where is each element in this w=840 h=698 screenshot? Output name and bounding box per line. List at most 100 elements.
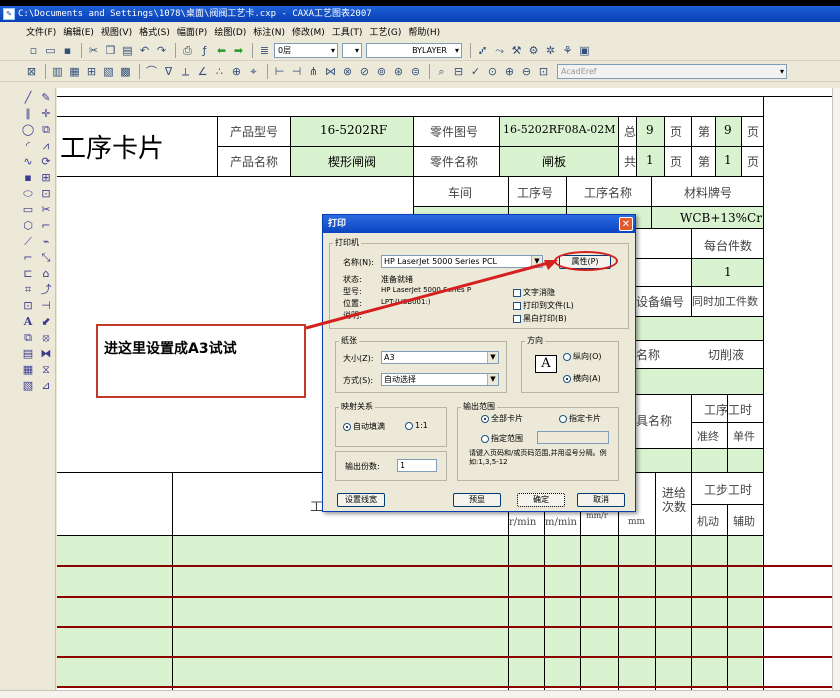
tool-icon-e[interactable]: ▣: [577, 43, 592, 58]
dim-icon-b[interactable]: ⊣: [289, 64, 304, 79]
dim-icon-d[interactable]: ⋈: [323, 64, 338, 79]
tool-icon-3[interactable]: ▤: [20, 346, 36, 362]
stretch-icon[interactable]: ⤡: [38, 250, 54, 266]
menu-dimension[interactable]: 标注(N): [253, 25, 285, 38]
dim-icon-c[interactable]: ⋔: [306, 64, 321, 79]
print-icon[interactable]: ⎙: [180, 43, 195, 58]
copies-input[interactable]: 1: [397, 459, 437, 472]
auto-fill-option[interactable]: 自动填满: [343, 421, 385, 432]
zoom-window-icon[interactable]: ⊡: [536, 64, 551, 79]
tool-icon-6[interactable]: ⧖: [38, 362, 54, 378]
circle-icon[interactable]: ◯: [20, 122, 36, 138]
line-icon[interactable]: ╱: [20, 90, 36, 106]
selected-cards-radio[interactable]: [559, 414, 567, 423]
polyline-icon[interactable]: ⟋: [20, 234, 36, 250]
menu-file[interactable]: 文件(F): [26, 25, 56, 38]
copy-tool-icon[interactable]: ⧉: [38, 122, 54, 138]
ellipse-icon[interactable]: ⬭: [20, 186, 36, 202]
zoom-in-icon[interactable]: ⊕: [502, 64, 517, 79]
preview-button[interactable]: 预显: [453, 493, 501, 507]
scale-icon[interactable]: ⊡: [38, 186, 54, 202]
property-icon[interactable]: ⑇: [475, 43, 490, 58]
all-cards-radio[interactable]: [481, 414, 489, 423]
break-icon[interactable]: ⌁: [38, 234, 54, 250]
close-icon[interactable]: ✕: [619, 217, 633, 231]
arc-icon[interactable]: ◜: [20, 138, 36, 154]
layer-icon[interactable]: ≣: [257, 43, 272, 58]
chamfer-icon[interactable]: ⌂: [38, 266, 54, 282]
view-icon-d[interactable]: ⊙: [485, 64, 500, 79]
all-cards-option[interactable]: 全部卡片: [481, 413, 523, 424]
format-icon[interactable]: ƒ: [197, 43, 212, 58]
array-icon[interactable]: ⊞: [38, 170, 54, 186]
merge-icon[interactable]: ⊞: [84, 64, 99, 79]
paste-icon[interactable]: ▤: [120, 43, 135, 58]
rectangle-icon[interactable]: ▭: [20, 202, 36, 218]
font-select[interactable]: AcadEref: [557, 63, 787, 79]
dim-icon-g[interactable]: ⊚: [374, 64, 389, 79]
symbol-icon-f[interactable]: ⌖: [246, 64, 261, 79]
landscape-option[interactable]: 横向(A): [563, 373, 601, 384]
symbol-icon-e[interactable]: ⊕: [229, 64, 244, 79]
symbol-icon-c[interactable]: ∠: [195, 64, 210, 79]
menu-process[interactable]: 工艺(G): [369, 25, 401, 38]
trim-icon[interactable]: ✂: [38, 202, 54, 218]
fill-icon[interactable]: ▩: [118, 64, 133, 79]
view-icon-b[interactable]: ⊟: [451, 64, 466, 79]
menu-modify[interactable]: 修改(M): [292, 25, 325, 38]
menu-draw[interactable]: 绘图(D): [214, 25, 246, 38]
tool-icon-b[interactable]: ⚙: [526, 43, 541, 58]
symbol-icon-a[interactable]: ∇: [161, 64, 176, 79]
symbol-icon-d[interactable]: ∴: [212, 64, 227, 79]
range-input[interactable]: [537, 431, 609, 444]
cell-icon[interactable]: ▦: [67, 64, 82, 79]
pencil-icon[interactable]: ✎: [38, 90, 54, 106]
app-icon[interactable]: ✎: [3, 8, 15, 20]
zoom-out-icon[interactable]: ⊖: [519, 64, 534, 79]
save-icon[interactable]: ▪: [60, 43, 75, 58]
menu-sheet[interactable]: 幅面(P): [177, 25, 207, 38]
vertical-scrollbar[interactable]: [832, 88, 840, 698]
rotate-icon[interactable]: ⟳: [38, 154, 54, 170]
dim-icon-i[interactable]: ⊜: [408, 64, 423, 79]
portrait-option[interactable]: 纵向(O): [563, 351, 602, 362]
dim-icon-h[interactable]: ⊛: [391, 64, 406, 79]
back-arrow-icon[interactable]: ⬅: [214, 43, 229, 58]
new-file-icon[interactable]: ▫: [26, 43, 41, 58]
view-icon-c[interactable]: ✓: [468, 64, 483, 79]
view-icon-a[interactable]: ⌕: [434, 64, 449, 79]
ok-button[interactable]: 确定: [517, 493, 565, 507]
one-to-one-option[interactable]: 1:1: [405, 421, 428, 430]
menu-edit[interactable]: 编辑(E): [63, 25, 94, 38]
image-icon[interactable]: ⊡: [20, 298, 36, 314]
paper-size-select[interactable]: A3 ▼: [381, 351, 499, 364]
auto-fill-radio[interactable]: [343, 422, 351, 431]
undo-icon[interactable]: ↶: [137, 43, 152, 58]
open-file-icon[interactable]: ▭: [43, 43, 58, 58]
paper-source-select[interactable]: 自动选择 ▼: [381, 373, 499, 386]
tool-icon-2[interactable]: ⦻: [38, 330, 54, 346]
table-icon[interactable]: ▥: [50, 64, 65, 79]
tool-icon-5[interactable]: ▦: [20, 362, 36, 378]
tool-icon-7[interactable]: ▧: [20, 378, 36, 394]
polygon-icon[interactable]: ⬡: [20, 218, 36, 234]
centerline-icon[interactable]: ⌐: [20, 250, 36, 266]
linetype-select[interactable]: BYLAYER: [366, 42, 462, 58]
move-icon[interactable]: ✛: [38, 106, 54, 122]
layer-select[interactable]: 0层: [274, 42, 338, 58]
tool-icon-4[interactable]: ⧓: [38, 346, 54, 362]
menu-tools[interactable]: 工具(T): [332, 25, 363, 38]
curve-icon[interactable]: ⌒: [144, 64, 159, 79]
parallel-line-icon[interactable]: ∥: [20, 106, 36, 122]
forward-arrow-icon[interactable]: ➡: [231, 43, 246, 58]
explode-icon[interactable]: ⊣: [38, 298, 54, 314]
match-icon[interactable]: ⤳: [492, 43, 507, 58]
dim-icon-e[interactable]: ⊗: [340, 64, 355, 79]
hatch-icon[interactable]: ⊏: [20, 266, 36, 282]
landscape-radio[interactable]: [563, 374, 571, 383]
frame-icon[interactable]: ⊠: [24, 64, 39, 79]
tool-icon-8[interactable]: ⊿: [38, 378, 54, 394]
tool-icon-d[interactable]: ⚘: [560, 43, 575, 58]
tool-icon-1[interactable]: ⧉: [20, 330, 36, 346]
selected-cards-option[interactable]: 指定卡片: [559, 413, 601, 424]
